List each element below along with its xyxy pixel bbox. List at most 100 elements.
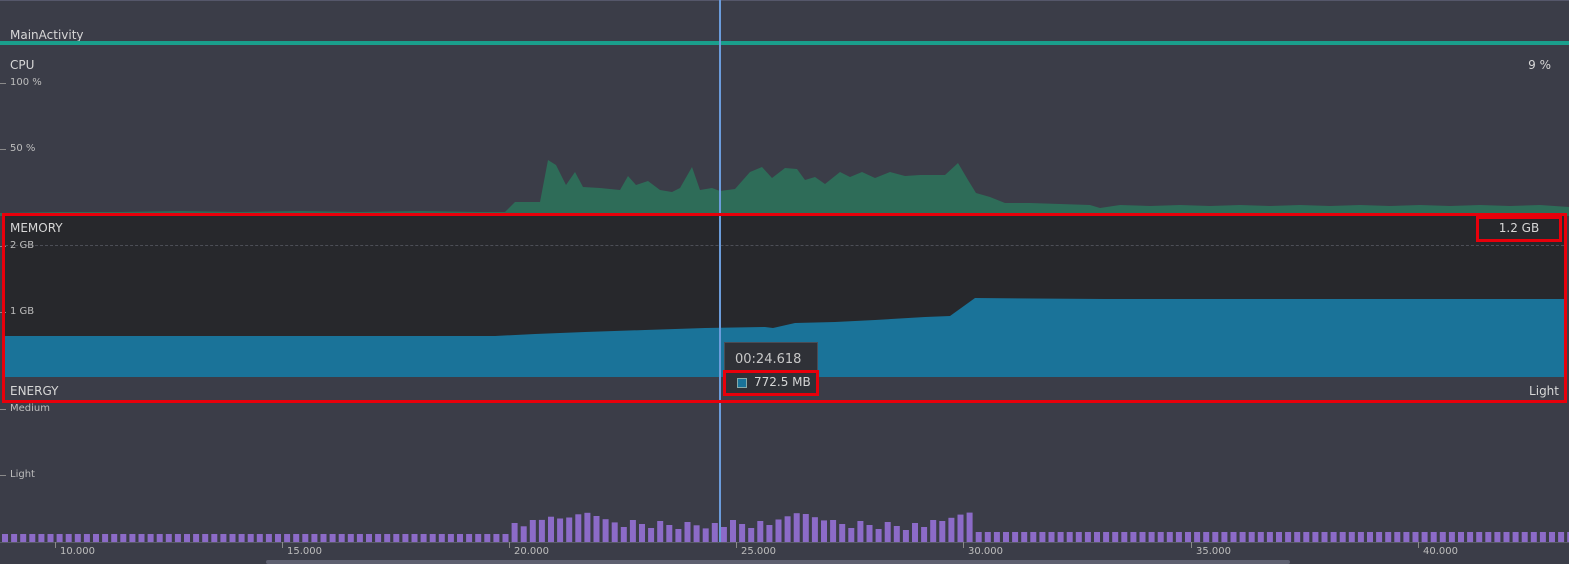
energy-bar <box>1357 532 1364 542</box>
energy-bar <box>165 534 172 542</box>
energy-bar <box>229 534 236 542</box>
energy-bar <box>93 534 99 542</box>
energy-bar <box>1421 532 1428 542</box>
energy-bar <box>265 534 272 542</box>
energy-bar <box>338 534 345 542</box>
energy-bar <box>1057 532 1064 542</box>
energy-bar <box>857 521 864 542</box>
energy-bar <box>1285 532 1292 542</box>
energy-bar <box>811 517 818 542</box>
energy-bar <box>602 519 609 542</box>
energy-bar <box>839 524 846 542</box>
energy-tick-light: Light <box>10 469 35 480</box>
energy-bar <box>575 514 582 542</box>
energy-bar <box>775 519 782 542</box>
timeline-tick-mark <box>736 542 737 548</box>
energy-usage-chart <box>2 512 1569 542</box>
energy-bar <box>47 534 54 542</box>
energy-bar <box>1266 532 1273 542</box>
top-divider <box>0 0 1569 1</box>
timeline-tick-label: 20.000 <box>514 546 549 557</box>
energy-bar <box>939 521 946 542</box>
energy-bar <box>821 520 827 542</box>
energy-bar <box>984 532 991 542</box>
energy-bar <box>930 520 937 542</box>
energy-bar <box>848 528 855 542</box>
energy-bar <box>1376 532 1383 542</box>
timeline-tick-mark <box>55 542 56 548</box>
energy-bar <box>293 534 300 542</box>
energy-bar <box>375 534 382 542</box>
timeline-tick-mark <box>1418 542 1419 548</box>
energy-bar <box>256 534 263 542</box>
energy-bar <box>147 534 154 542</box>
energy-bar <box>912 523 918 542</box>
energy-bar <box>1166 532 1173 542</box>
energy-bar <box>247 534 254 542</box>
energy-bar <box>966 512 973 542</box>
energy-bar <box>884 522 891 542</box>
energy-bar <box>757 521 764 542</box>
activity-line[interactable] <box>0 41 1569 45</box>
energy-bar <box>675 529 682 542</box>
activity-label[interactable]: MainActivity <box>10 28 84 42</box>
energy-bar <box>120 534 127 542</box>
energy-bar <box>1075 532 1082 542</box>
energy-bar <box>1203 532 1210 542</box>
energy-bar <box>1312 532 1319 542</box>
energy-bar <box>1157 532 1164 542</box>
energy-bar <box>502 534 509 542</box>
energy-bar <box>1512 532 1519 542</box>
energy-bar <box>156 534 163 542</box>
energy-bar <box>38 534 45 542</box>
energy-bar <box>1294 532 1301 542</box>
energy-bar <box>1039 532 1046 542</box>
energy-bar <box>1439 532 1446 542</box>
timeline-tick-label: 15.000 <box>287 546 322 557</box>
energy-bar <box>1530 532 1537 542</box>
energy-bar <box>2 534 8 542</box>
energy-bar <box>1148 532 1155 542</box>
energy-bar <box>1175 532 1182 542</box>
energy-bar <box>1339 532 1346 542</box>
timeline-tick-label: 25.000 <box>741 546 776 557</box>
energy-bar <box>1503 532 1510 542</box>
energy-bar <box>1103 532 1110 542</box>
energy-bar <box>1303 532 1310 542</box>
energy-bar <box>1194 532 1201 542</box>
energy-bar <box>402 534 409 542</box>
energy-tick-medium: Medium <box>10 403 50 414</box>
timeline-tick-mark <box>1191 542 1192 548</box>
timeline-tick-mark <box>282 542 283 548</box>
energy-bar <box>29 534 36 542</box>
energy-bar <box>538 519 545 542</box>
timeline-scrollbar[interactable] <box>266 560 1290 564</box>
energy-bar <box>1348 532 1355 542</box>
energy-bar <box>1130 532 1137 542</box>
energy-bar <box>1467 532 1474 542</box>
cpu-value: 9 % <box>1528 58 1551 72</box>
energy-bar <box>1112 532 1119 542</box>
energy-bar <box>548 516 554 542</box>
energy-bar <box>593 516 600 542</box>
energy-tick-light-mark <box>0 475 6 476</box>
energy-bar <box>1139 532 1146 542</box>
energy-bar <box>1430 532 1437 542</box>
energy-bar <box>74 534 81 542</box>
cpu-tick-100: 100 % <box>10 77 42 88</box>
timeline-tick-label: 40.000 <box>1423 546 1458 557</box>
timeline-tick-label: 35.000 <box>1196 546 1231 557</box>
timeline-tick-label: 30.000 <box>968 546 1003 557</box>
energy-bar <box>411 534 418 542</box>
energy-bar <box>302 534 309 542</box>
energy-bar <box>1230 532 1237 542</box>
energy-bar <box>1385 532 1392 542</box>
energy-bar <box>1248 532 1255 542</box>
energy-bar <box>311 534 318 542</box>
energy-bar <box>1003 532 1009 542</box>
energy-bar <box>1094 532 1100 542</box>
energy-bar <box>1549 532 1555 542</box>
energy-bar <box>475 534 482 542</box>
energy-bar <box>529 520 536 542</box>
energy-bar <box>866 525 873 542</box>
